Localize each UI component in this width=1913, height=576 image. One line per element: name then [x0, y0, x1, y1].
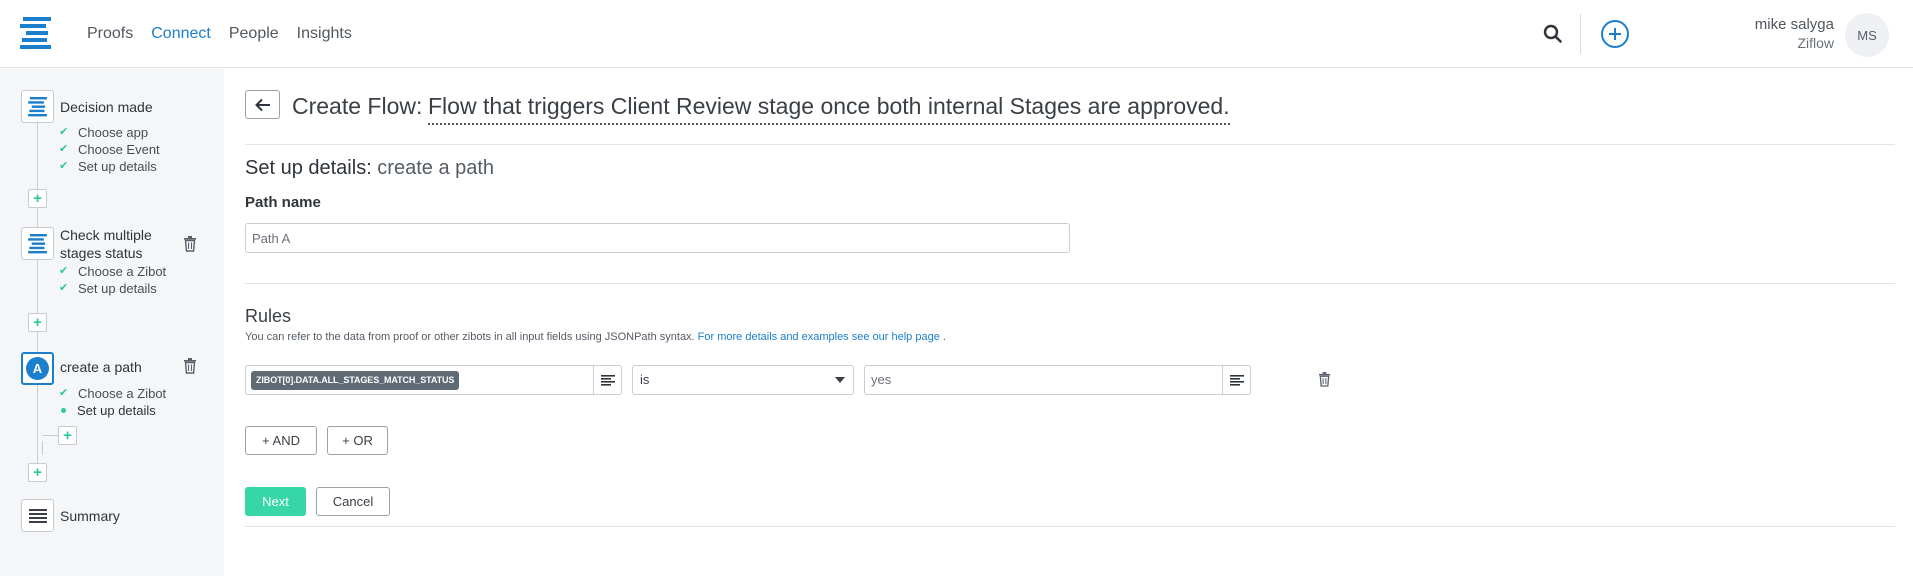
divider: [245, 144, 1895, 145]
user-name: mike salyga: [1754, 16, 1834, 33]
back-button[interactable]: [245, 90, 280, 119]
divider: [245, 283, 1895, 284]
step-create-path-title[interactable]: create a path: [60, 358, 142, 376]
current-dot-icon: [61, 408, 66, 413]
ziflow-logo-icon[interactable]: [20, 17, 51, 50]
avatar[interactable]: MS: [1845, 13, 1889, 57]
step-create-path-icon[interactable]: A: [21, 352, 54, 385]
rules-title: Rules: [245, 306, 292, 326]
create-flow-label: Create Flow:: [292, 93, 423, 119]
path-name-input[interactable]: [245, 223, 1070, 253]
ziflow-logo-icon: [28, 233, 47, 253]
add-step-button[interactable]: +: [28, 313, 47, 332]
cancel-button[interactable]: Cancel: [316, 487, 390, 516]
step-summary-icon[interactable]: [21, 499, 54, 532]
step-check-stages-title[interactable]: Check multiple stages status: [60, 226, 152, 262]
trash-icon[interactable]: [183, 358, 197, 374]
step-decision-made-title[interactable]: Decision made: [60, 98, 153, 116]
substep-choose-event[interactable]: ✔ Choose Event: [59, 141, 160, 158]
divider: [245, 526, 1895, 527]
add-or-condition-button[interactable]: + OR: [327, 426, 388, 455]
substep-choose-app[interactable]: ✔ Choose app: [59, 124, 148, 141]
top-navigation-bar: Proofs Connect People Insights mike saly…: [0, 0, 1913, 68]
substep-set-up-details[interactable]: ✔ Set up details: [59, 280, 157, 297]
branch-line: [42, 441, 43, 455]
nav-people[interactable]: People: [229, 24, 279, 44]
check-icon: ✔: [59, 387, 69, 399]
step-summary-title[interactable]: Summary: [60, 507, 120, 525]
summary-lines-icon: [28, 508, 47, 523]
flow-name-editable[interactable]: Flow that triggers Client Review stage o…: [428, 92, 1230, 125]
path-name-label: Path name: [245, 194, 321, 211]
step-decision-made-icon[interactable]: [21, 90, 54, 123]
main-nav: Proofs Connect People Insights: [87, 24, 370, 44]
nav-divider: [1580, 14, 1581, 54]
rule-value-input[interactable]: yes: [864, 365, 1251, 395]
chevron-down-icon: [835, 377, 845, 383]
check-icon: ✔: [59, 126, 69, 138]
user-org: Ziflow: [1797, 35, 1834, 51]
connector-line: [37, 119, 38, 482]
next-button[interactable]: Next: [245, 487, 306, 516]
ziflow-logo-icon: [28, 96, 47, 116]
check-icon: ✔: [59, 282, 69, 294]
flow-steps-sidebar: Decision made ✔ Choose app ✔ Choose Event …: [0, 69, 224, 576]
check-icon: ✔: [59, 143, 69, 155]
trash-icon[interactable]: [1318, 372, 1331, 387]
arrow-left-icon: [254, 98, 270, 111]
check-icon: ✔: [59, 160, 69, 172]
path-badge: A: [26, 357, 49, 380]
jsonpath-token[interactable]: ZIBOT[0].DATA.ALL_STAGES_MATCH_STATUS: [251, 371, 460, 390]
format-lines-icon[interactable]: [593, 366, 621, 394]
nav-insights[interactable]: Insights: [297, 24, 352, 44]
substep-set-up-details[interactable]: ✔ Set up details: [59, 158, 157, 175]
nav-connect[interactable]: Connect: [151, 24, 211, 44]
add-and-condition-button[interactable]: + AND: [245, 426, 317, 455]
rule-field-input[interactable]: ZIBOT[0].DATA.ALL_STAGES_MATCH_STATUS: [245, 365, 622, 395]
nav-proofs[interactable]: Proofs: [87, 24, 133, 44]
rule-operator-select[interactable]: is: [632, 365, 854, 395]
section-title: Set up details: create a path: [245, 157, 495, 179]
trash-icon[interactable]: [183, 236, 197, 252]
add-branch-step-button[interactable]: +: [58, 426, 77, 445]
plus-circle-icon[interactable]: [1600, 19, 1630, 49]
user-info[interactable]: mike salyga Ziflow: [1755, 15, 1834, 53]
add-step-button[interactable]: +: [28, 189, 47, 208]
substep-choose-zibot[interactable]: ✔ Choose a Zibot: [59, 385, 166, 402]
substep-set-up-details-current[interactable]: Set up details: [59, 402, 156, 419]
rules-help-text: You can refer to the data from proof or …: [245, 331, 946, 343]
step-check-stages-icon[interactable]: [21, 227, 54, 260]
operator-selected-value: is: [640, 372, 650, 387]
help-page-link[interactable]: For more details and examples see our he…: [698, 331, 940, 343]
substep-choose-zibot[interactable]: ✔ Choose a Zibot: [59, 263, 166, 280]
check-icon: ✔: [59, 265, 69, 277]
search-icon[interactable]: [1541, 22, 1565, 46]
format-lines-icon[interactable]: [1222, 366, 1250, 394]
rule-value-text: yes: [871, 372, 892, 387]
add-step-button[interactable]: +: [28, 463, 47, 482]
